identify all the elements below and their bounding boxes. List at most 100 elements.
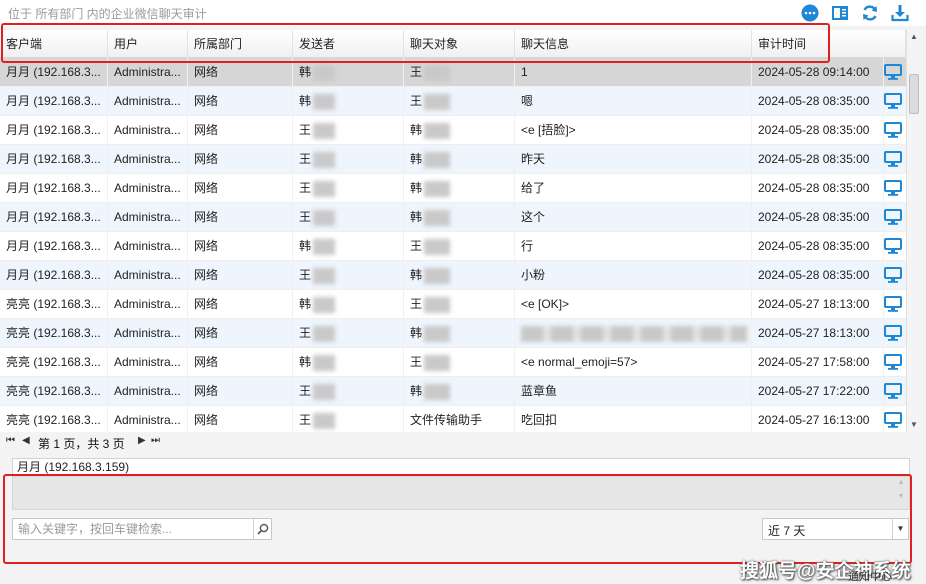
monitor-icon[interactable] (884, 64, 902, 80)
cell-user: Administra... (108, 58, 188, 87)
notification-center-link[interactable]: 通知中心 (848, 568, 892, 584)
cell-message: 吃回扣 (515, 406, 752, 432)
table-row[interactable]: 月月 (192.168.3... Administra... 网络 韩 王 行 2024-0… (0, 232, 906, 261)
redacted-name (424, 354, 451, 371)
cell-client: 月月 (192.168.3... (0, 87, 108, 116)
user-text: Administra... (114, 152, 181, 166)
monitor-icon[interactable] (884, 267, 902, 283)
cell-message: 1 (515, 58, 752, 87)
refresh-icon[interactable] (860, 3, 880, 23)
target-text: 王 (410, 94, 423, 108)
monitor-icon[interactable] (884, 238, 902, 254)
target-text: 王 (410, 297, 423, 311)
search-icon[interactable] (253, 519, 271, 539)
vertical-scrollbar[interactable]: ▲ ▼ (906, 30, 920, 432)
cell-user: Administra... (108, 145, 188, 174)
monitor-icon[interactable] (884, 354, 902, 370)
monitor-icon[interactable] (884, 151, 902, 167)
time-text: 2024-05-28 08:35:00 (758, 94, 870, 108)
cell-target: 韩 (404, 145, 515, 174)
detail-scrollbar[interactable]: ▲ ▼ (895, 479, 907, 507)
table-row[interactable]: 月月 (192.168.3... Administra... 网络 王 韩 给了 2024-… (0, 174, 906, 203)
dept-text: 网络 (194, 152, 219, 166)
cell-sender: 韩 (293, 87, 404, 116)
target-text: 韩 (410, 384, 423, 398)
user-text: Administra... (114, 268, 181, 282)
table-row[interactable]: 月月 (192.168.3... Administra... 网络 韩 王 嗯 2024-0… (0, 87, 906, 116)
time-text: 2024-05-28 09:14:00 (758, 65, 870, 79)
cell-target: 韩 (404, 261, 515, 290)
first-page-icon[interactable]: ⏮ (6, 435, 15, 446)
cell-dept: 网络 (188, 232, 293, 261)
monitor-icon[interactable] (884, 209, 902, 225)
table-row[interactable]: 亮亮 (192.168.3... Administra... 网络 王 文件传输助手 吃回… (0, 406, 906, 432)
col-header-message[interactable]: 聊天信息 (515, 30, 752, 58)
message-text: 昨天 (521, 152, 546, 166)
client-text: 月月 (192.168.3... (6, 123, 101, 137)
panel-layout-icon[interactable] (830, 3, 850, 23)
prev-page-icon[interactable]: ◀ (22, 435, 30, 446)
col-header-client[interactable]: 客户端 (0, 30, 108, 58)
user-text: Administra... (114, 181, 181, 195)
monitor-icon[interactable] (884, 412, 902, 428)
table-row[interactable]: 月月 (192.168.3... Administra... 网络 王 韩 昨天 2024-… (0, 145, 906, 174)
col-header-user[interactable]: 用户 (108, 30, 188, 58)
cell-sender: 韩 (293, 58, 404, 87)
chevron-down-icon[interactable]: ▼ (892, 519, 908, 539)
monitor-icon[interactable] (884, 325, 902, 341)
scroll-down-icon[interactable]: ▼ (907, 418, 921, 432)
message-text: <e normal_emoji=57> (521, 355, 638, 369)
cell-message: 嗯 (515, 87, 752, 116)
table-row[interactable]: 月月 (192.168.3... Administra... 网络 王 韩 <e [捂脸]… (0, 116, 906, 145)
chat-bubble-icon[interactable] (800, 3, 820, 23)
message-text: 嗯 (521, 94, 534, 108)
last-page-icon[interactable]: ⏭ (151, 435, 160, 446)
monitor-icon[interactable] (884, 296, 902, 312)
cell-user: Administra... (108, 232, 188, 261)
col-header-time[interactable]: 审计时间 (752, 30, 906, 58)
client-text: 亮亮 (192.168.3... (6, 355, 101, 369)
sender-text: 王 (299, 210, 312, 224)
cell-sender: 王 (293, 406, 404, 432)
col-header-target[interactable]: 聊天对象 (404, 30, 515, 58)
download-icon[interactable] (890, 3, 910, 23)
cell-message: <e [OK]> (515, 290, 752, 319)
table-row[interactable]: 月月 (192.168.3... Administra... 网络 王 韩 小粉 2024-… (0, 261, 906, 290)
next-page-icon[interactable]: ▶ (138, 435, 146, 446)
cell-time: 2024-05-28 08:35:00 (752, 232, 884, 261)
cell-message: 小粉 (515, 261, 752, 290)
search-input[interactable] (13, 519, 253, 539)
dept-text: 网络 (194, 123, 219, 137)
cell-client: 亮亮 (192.168.3... (0, 406, 108, 432)
monitor-icon[interactable] (884, 122, 902, 138)
col-header-dept[interactable]: 所属部门 (188, 30, 293, 58)
cell-target: 文件传输助手 (404, 406, 515, 432)
date-range-select[interactable]: 近 7 天 ▼ (762, 518, 909, 540)
col-header-sender[interactable]: 发送者 (293, 30, 404, 58)
cell-target: 韩 (404, 116, 515, 145)
table-row[interactable]: 亮亮 (192.168.3... Administra... 网络 王 韩 蓝章鱼 2024… (0, 377, 906, 406)
sender-text: 王 (299, 413, 312, 427)
scroll-up-icon[interactable]: ▲ (907, 30, 921, 44)
scroll-thumb[interactable] (909, 74, 919, 114)
time-text: 2024-05-28 08:35:00 (758, 123, 870, 137)
client-text: 月月 (192.168.3... (6, 210, 101, 224)
table-row[interactable]: 亮亮 (192.168.3... Administra... 网络 王 韩 2024-05… (0, 319, 906, 348)
table-row[interactable]: 亮亮 (192.168.3... Administra... 网络 韩 王 <e norm… (0, 348, 906, 377)
monitor-icon[interactable] (884, 383, 902, 399)
dept-text: 网络 (194, 65, 219, 79)
table-row[interactable]: 月月 (192.168.3... Administra... 网络 韩 王 1 2024-0… (0, 58, 906, 87)
table-row[interactable]: 亮亮 (192.168.3... Administra... 网络 韩 王 <e [OK]… (0, 290, 906, 319)
table-row[interactable]: 月月 (192.168.3... Administra... 网络 王 韩 这个 2024-… (0, 203, 906, 232)
date-range-value: 近 7 天 (768, 524, 806, 538)
breadcrumb: 位于 所有部门 内的企业微信聊天审计 (8, 7, 207, 21)
cell-dept: 网络 (188, 145, 293, 174)
cell-sender: 韩 (293, 290, 404, 319)
cell-message: 给了 (515, 174, 752, 203)
client-text: 月月 (192.168.3... (6, 181, 101, 195)
sender-text: 韩 (299, 94, 312, 108)
client-text: 月月 (192.168.3... (6, 152, 101, 166)
monitor-icon[interactable] (884, 93, 902, 109)
monitor-icon[interactable] (884, 180, 902, 196)
dept-text: 网络 (194, 239, 219, 253)
